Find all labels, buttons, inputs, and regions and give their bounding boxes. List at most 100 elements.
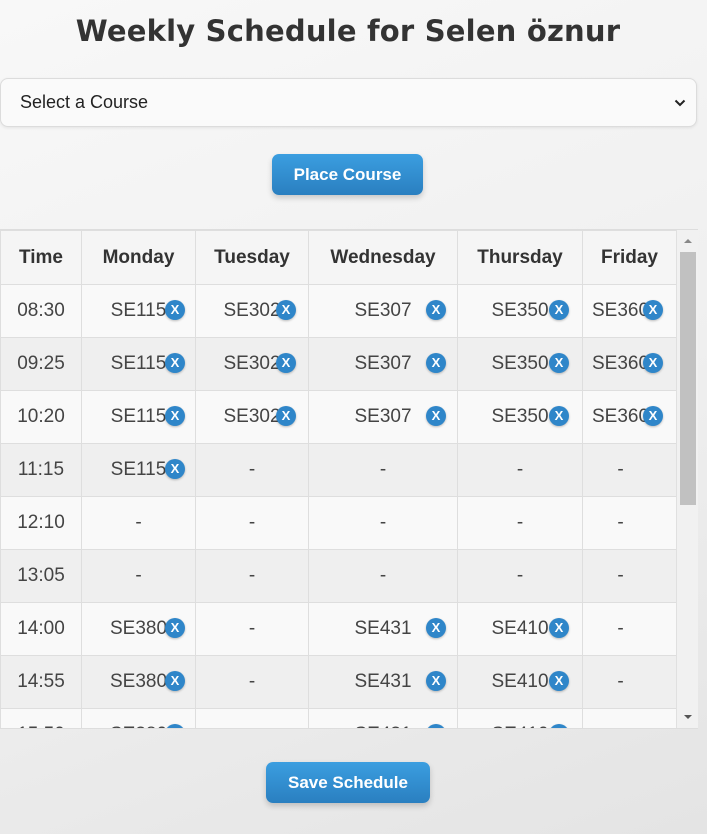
course-code: SE410 [491, 671, 549, 692]
empty-slot: - [617, 724, 623, 728]
schedule-cell: - [81, 496, 196, 550]
schedule-cell[interactable]: SE380X [81, 655, 196, 709]
course-code: SE360 [591, 353, 650, 374]
remove-course-icon[interactable]: X [165, 724, 185, 728]
schedule-cell[interactable]: SE302 X [195, 390, 309, 444]
course-code: SE431 [354, 618, 412, 639]
remove-course-icon[interactable]: X [165, 459, 185, 479]
time-cell: 15:50 [0, 708, 82, 728]
column-header-thursday: Thursday [457, 230, 583, 285]
schedule-row: 14:00 SE380 X - SE431 X SE410 X - [0, 602, 677, 656]
schedule-cell[interactable]: SE307 X [308, 337, 458, 391]
course-select[interactable]: Select a Course [0, 78, 697, 127]
course-code: SE431 [354, 671, 412, 692]
schedule-cell: - [457, 443, 583, 497]
schedule-cell[interactable]: SE380X [81, 708, 196, 728]
schedule-cell[interactable]: SE410X [457, 655, 583, 709]
schedule-cell[interactable]: SE431 X [308, 708, 458, 728]
remove-course-icon[interactable]: X [276, 353, 296, 373]
schedule-cell: - [582, 549, 677, 603]
remove-course-icon[interactable]: X [643, 353, 663, 373]
empty-slot: - [249, 724, 255, 728]
schedule-cell[interactable]: SE115 X [81, 390, 196, 444]
remove-course-icon[interactable]: X [426, 671, 446, 691]
remove-course-icon[interactable]: X [643, 406, 663, 426]
schedule-cell[interactable]: SE350 X [457, 337, 583, 391]
schedule-cell: - [308, 496, 458, 550]
course-code: SE115 [110, 459, 167, 480]
schedule-cell[interactable]: SE360 X [582, 284, 677, 338]
schedule-cell[interactable]: SE410X [457, 602, 583, 656]
schedule-cell[interactable]: SE115 X [81, 443, 196, 497]
schedule-cell[interactable]: SE360 X [582, 337, 677, 391]
remove-course-icon[interactable]: X [549, 406, 569, 426]
remove-course-icon[interactable]: X [426, 618, 446, 638]
schedule-cell: - [195, 549, 309, 603]
schedule-row: 09:25 SE115 X SE302 X SE307 X SE350 X SE360 X [0, 337, 677, 391]
course-code: SE115 [110, 353, 167, 374]
column-header-time: Time [0, 230, 82, 285]
schedule-cell: - [582, 496, 677, 550]
remove-course-icon[interactable]: X [426, 353, 446, 373]
schedule-table-container[interactable]: Time Monday Tuesday Wednesday Thursday Friday… [0, 229, 698, 729]
remove-course-icon[interactable]: X [165, 618, 185, 638]
remove-course-icon[interactable]: X [549, 618, 569, 638]
schedule-cell: - [195, 602, 309, 656]
schedule-cell[interactable]: SE115 X [81, 337, 196, 391]
empty-slot: - [248, 459, 256, 480]
remove-course-icon[interactable]: X [549, 671, 569, 691]
empty-slot: - [248, 565, 256, 586]
schedule-cell[interactable]: SE350 X [457, 284, 583, 338]
schedule-cell[interactable]: SE307 X [308, 390, 458, 444]
schedule-cell[interactable]: SE307 X [308, 284, 458, 338]
time-cell: 12:10 [0, 496, 82, 550]
schedule-cell[interactable]: SE350 X [457, 390, 583, 444]
time-cell: 09:25 [0, 337, 82, 391]
schedule-cell[interactable]: SE410X [457, 708, 583, 728]
remove-course-icon[interactable]: X [426, 300, 446, 320]
course-code: SE350 [491, 300, 549, 321]
scrollbar-thumb[interactable] [680, 252, 696, 505]
empty-slot: - [617, 618, 624, 639]
schedule-row: 10:20 SE115 X SE302 X SE307 X SE350 X SE360 X [0, 390, 677, 444]
place-course-button[interactable]: Place Course [272, 154, 423, 195]
remove-course-icon[interactable]: X [643, 300, 663, 320]
remove-course-icon[interactable]: X [165, 353, 185, 373]
empty-slot: - [516, 459, 524, 480]
remove-course-icon[interactable]: X [549, 353, 569, 373]
schedule-cell[interactable]: SE360 X [582, 390, 677, 444]
course-code: SE307 [354, 300, 412, 321]
time-cell: 10:20 [0, 390, 82, 444]
course-code: SE380 [109, 618, 168, 639]
scroll-down-arrow-icon[interactable] [683, 712, 693, 722]
remove-course-icon[interactable]: X [276, 300, 296, 320]
course-code: SE307 [354, 353, 412, 374]
column-header-tuesday: Tuesday [195, 230, 309, 285]
remove-course-icon[interactable]: X [426, 724, 446, 728]
schedule-cell[interactable]: SE302 X [195, 337, 309, 391]
chevron-down-icon [674, 99, 686, 106]
scroll-up-arrow-icon[interactable] [683, 236, 693, 246]
save-schedule-button[interactable]: Save Schedule [266, 762, 430, 803]
course-code: SE302 [223, 406, 281, 427]
remove-course-icon[interactable]: X [165, 406, 185, 426]
schedule-cell[interactable]: SE302 X [195, 284, 309, 338]
empty-slot: - [516, 512, 524, 533]
schedule-cell[interactable]: SE431 X [308, 602, 458, 656]
course-code: SE431 [354, 724, 411, 728]
remove-course-icon[interactable]: X [165, 300, 185, 320]
course-code: SE350 [491, 406, 549, 427]
schedule-cell[interactable]: SE115 X [81, 284, 196, 338]
remove-course-icon[interactable]: X [426, 406, 446, 426]
remove-course-icon[interactable]: X [165, 671, 185, 691]
schedule-cell[interactable]: SE380X [81, 602, 196, 656]
course-code: SE115 [110, 300, 167, 321]
remove-course-icon[interactable]: X [276, 406, 296, 426]
remove-course-icon[interactable]: X [549, 724, 569, 728]
schedule-cell: - [308, 549, 458, 603]
schedule-cell: - [582, 655, 677, 709]
schedule-scrollbar[interactable] [676, 230, 698, 728]
schedule-cell[interactable]: SE431 X [308, 655, 458, 709]
empty-slot: - [248, 671, 256, 692]
remove-course-icon[interactable]: X [549, 300, 569, 320]
